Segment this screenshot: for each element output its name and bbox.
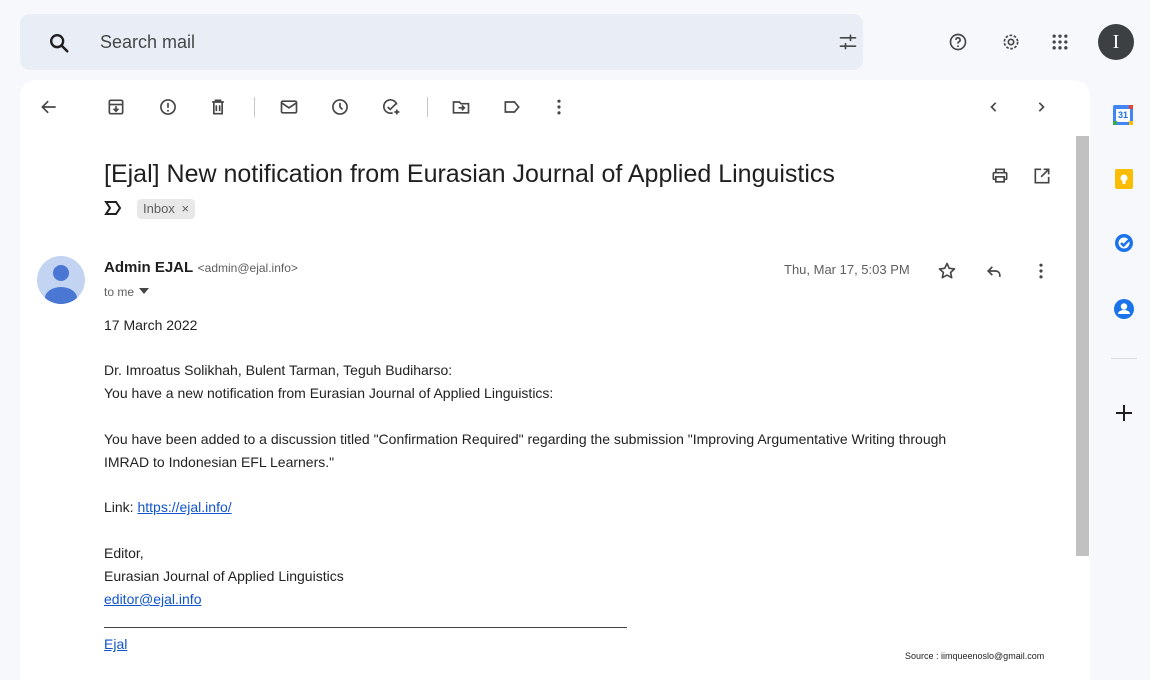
ejal-footer-link[interactable]: Ejal — [104, 636, 127, 652]
label-icon[interactable] — [494, 89, 530, 125]
settings-icon[interactable] — [993, 24, 1029, 60]
add-app-plus-icon[interactable] — [1113, 402, 1135, 424]
signature-org: Eurasian Journal of Applied Linguistics — [104, 568, 344, 584]
account-avatar[interactable]: I — [1098, 24, 1134, 60]
body-link-line: Link: https://ejal.info/ — [104, 499, 232, 515]
older-chevron-right-icon[interactable] — [1023, 89, 1059, 125]
tasks-icon[interactable] — [1113, 232, 1135, 254]
contacts-icon[interactable] — [1113, 298, 1135, 320]
link-label: Link: — [104, 499, 138, 515]
search-bar[interactable] — [20, 14, 863, 70]
signature-email-link[interactable]: editor@ejal.info — [104, 591, 202, 607]
signature-rule — [104, 627, 627, 628]
journal-link[interactable]: https://ejal.info/ — [137, 499, 231, 515]
footer-link-line[interactable]: Ejal — [104, 636, 127, 652]
message-date: Thu, Mar 17, 5:03 PM — [784, 262, 910, 277]
add-to-tasks-icon[interactable] — [373, 89, 409, 125]
toolbar-divider — [427, 97, 428, 117]
body-date-line: 17 March 2022 — [104, 317, 198, 333]
sender-name[interactable]: Admin EJAL — [104, 259, 193, 276]
body-greeting: Dr. Imroatus Solikhah, Bulent Tarman, Te… — [104, 362, 453, 378]
scrollbar-thumb[interactable] — [1076, 136, 1089, 556]
calendar-day: 31 — [1118, 110, 1129, 120]
open-new-window-icon[interactable] — [1024, 158, 1060, 194]
delete-icon[interactable] — [200, 89, 236, 125]
star-icon[interactable] — [929, 253, 965, 289]
calendar-icon[interactable]: 31 — [1112, 104, 1134, 126]
sender-line: Admin EJAL <admin@ejal.info> — [104, 259, 298, 277]
remove-label-icon[interactable]: × — [181, 201, 189, 216]
archive-icon[interactable] — [98, 89, 134, 125]
keep-notes-icon[interactable] — [1113, 168, 1135, 190]
toolbar-divider — [254, 97, 255, 117]
print-icon[interactable] — [982, 158, 1018, 194]
dropdown-caret-icon — [139, 288, 150, 294]
apps-grid-icon[interactable] — [1042, 24, 1078, 60]
body-paragraph-line: You have been added to a discussion titl… — [104, 431, 947, 447]
message-more-icon[interactable] — [1023, 253, 1059, 289]
more-vertical-icon[interactable] — [541, 89, 577, 125]
body-paragraph-line: IMRAD to Indonesian EFL Learners." — [104, 454, 335, 470]
sender-email: <admin@ejal.info> — [197, 261, 298, 275]
reply-icon[interactable] — [976, 253, 1012, 289]
search-input[interactable] — [100, 28, 800, 56]
help-icon[interactable] — [940, 24, 976, 60]
mark-unread-icon[interactable] — [271, 89, 307, 125]
label-chip-inbox[interactable]: Inbox × — [137, 199, 196, 219]
recipient-text: to me — [104, 285, 135, 299]
search-options-icon[interactable] — [830, 24, 866, 60]
move-to-icon[interactable] — [443, 89, 479, 125]
back-arrow-icon[interactable] — [31, 89, 67, 125]
importance-marker-icon[interactable] — [104, 200, 122, 216]
recipient-details-toggle[interactable]: to me — [104, 285, 150, 299]
snooze-clock-icon[interactable] — [322, 89, 358, 125]
body-intro: You have a new notification from Eurasia… — [104, 385, 554, 401]
editor-email-link[interactable]: editor@ejal.info — [104, 591, 202, 607]
report-spam-icon[interactable] — [150, 89, 186, 125]
email-subject: [Ejal] New notification from Eurasian Jo… — [104, 160, 835, 188]
search-icon[interactable] — [48, 32, 70, 54]
newer-chevron-left-icon[interactable] — [976, 89, 1012, 125]
source-note: Source : iimqueenoslo@gmail.com — [905, 651, 1045, 661]
side-panel-divider — [1111, 358, 1137, 359]
sender-avatar[interactable] — [37, 256, 85, 304]
label-chip-text: Inbox — [143, 201, 175, 216]
signature-role: Editor, — [104, 545, 144, 561]
